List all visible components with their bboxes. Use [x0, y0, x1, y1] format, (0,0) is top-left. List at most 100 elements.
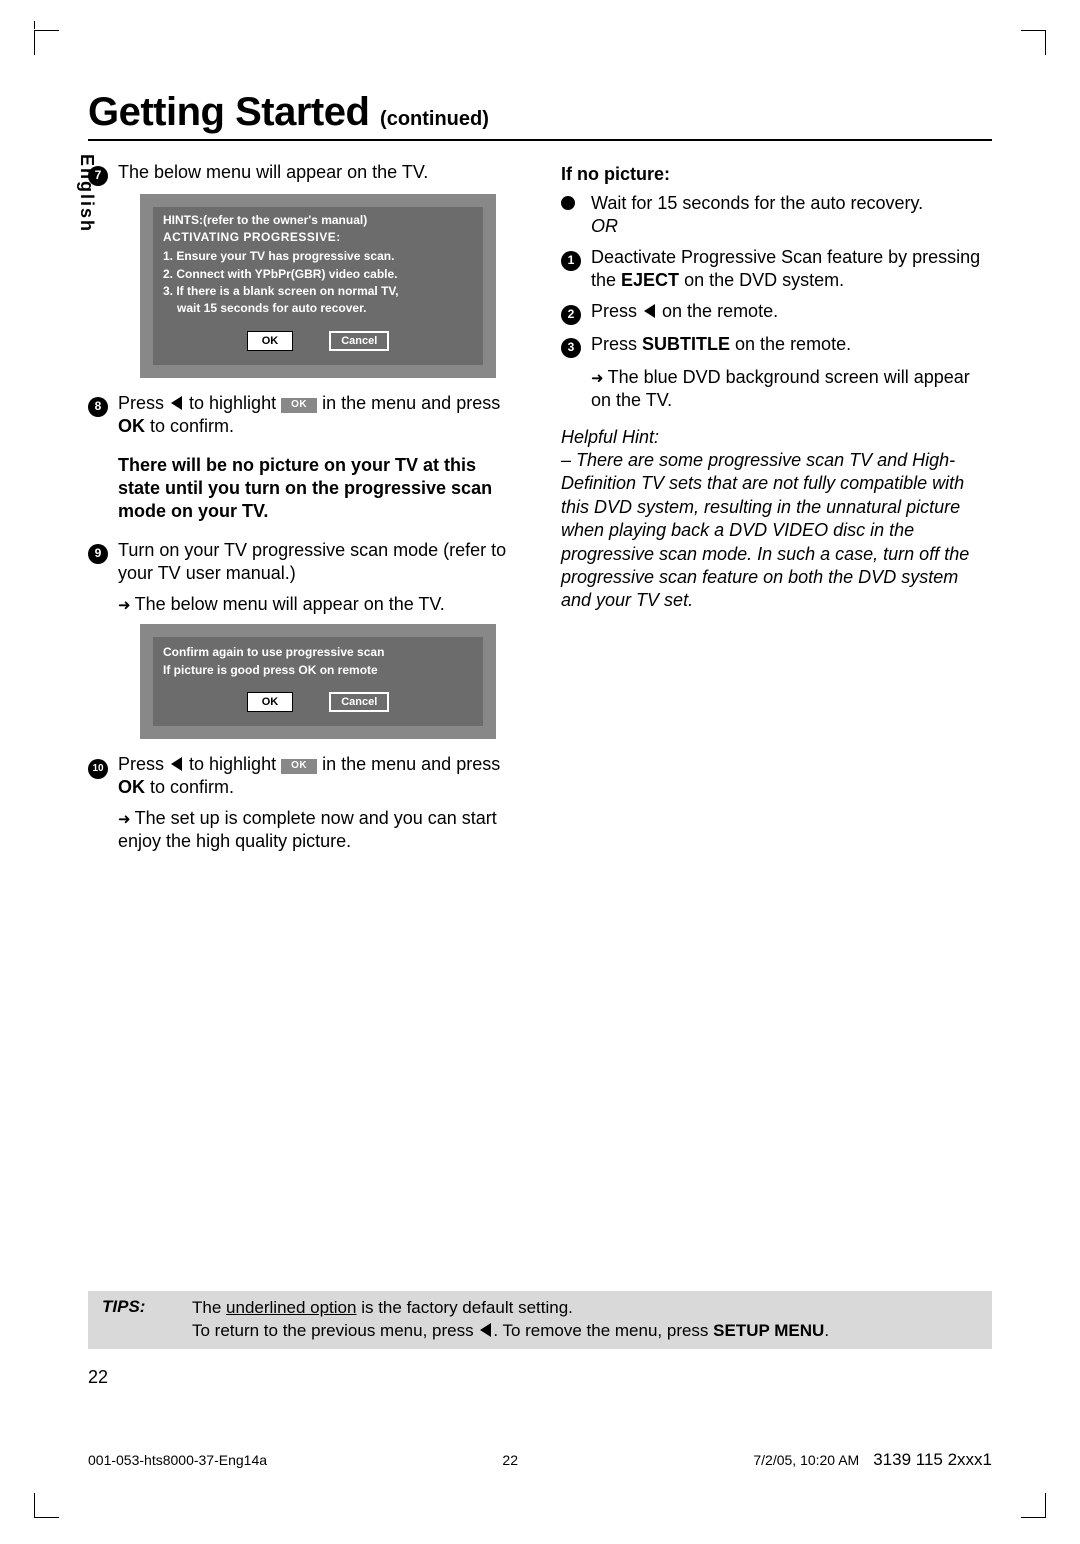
tips2c: . — [824, 1321, 829, 1340]
step-7: 7 The below menu will appear on the TV. — [88, 161, 519, 186]
right-step-3-sub: The blue DVD background screen will appe… — [591, 366, 992, 412]
s9b: The below menu will appear on the TV. — [135, 594, 445, 614]
s10b: to highlight — [184, 754, 281, 774]
step-7-text: The below menu will appear on the TV. — [118, 161, 519, 184]
right-step-2: 2 Press on the remote. — [561, 300, 992, 325]
left-arrow-icon — [171, 757, 182, 771]
step-8: 8 Press to highlight OK in the menu and … — [88, 392, 519, 438]
footer: 001-053-hts8000-37-Eng14a 22 7/2/05, 10:… — [88, 1450, 992, 1470]
tv-menu-2: Confirm again to use progressive scan If… — [140, 624, 496, 739]
r2a: Press — [591, 301, 642, 321]
tv1-ok-button: OK — [247, 331, 294, 351]
crop-mark-bl — [34, 1493, 59, 1518]
s8b: to highlight — [184, 393, 281, 413]
step-10-text: Press to highlight OK in the menu and pr… — [118, 753, 519, 799]
tips1b: is the factory default setting. — [356, 1298, 572, 1317]
tips-body: The underlined option is the factory def… — [192, 1297, 978, 1343]
language-tab: English — [76, 154, 97, 233]
footer-file: 001-053-hts8000-37-Eng14a — [88, 1452, 267, 1468]
crop-mark-tl — [34, 30, 59, 55]
step-10-sub: The set up is complete now and you can s… — [118, 807, 519, 853]
footer-page: 22 — [502, 1452, 518, 1468]
eject-label: EJECT — [621, 270, 679, 290]
inline-ok-badge: OK — [281, 398, 317, 413]
tv2-line1: Confirm again to use progressive scan — [163, 645, 473, 660]
s8d: to confirm. — [145, 416, 234, 436]
left-arrow-icon — [480, 1323, 491, 1337]
tv2-line2: If picture is good press OK on remote — [163, 663, 473, 678]
page-title: Getting Started (continued) — [88, 90, 992, 135]
left-arrow-icon — [171, 396, 182, 410]
s8c: in the menu and press — [317, 393, 500, 413]
tv1-line3: 3. If there is a blank screen on normal … — [163, 284, 473, 299]
right-step-3: 3 Press SUBTITLE on the remote. — [561, 333, 992, 358]
inline-ok-badge: OK — [281, 759, 317, 774]
helpful-hint-body: – There are some progressive scan TV and… — [561, 449, 992, 613]
s8-ok: OK — [118, 416, 145, 436]
s10e: The set up is complete now and you can s… — [118, 808, 497, 851]
subtitle-label: SUBTITLE — [642, 334, 730, 354]
right-column: If no picture: Wait for 15 seconds for t… — [561, 161, 992, 861]
tv1-line2: 2. Connect with YPbPr(GBR) video cable. — [163, 267, 473, 282]
left-column: 7 The below menu will appear on the TV. … — [88, 161, 519, 861]
right-step-1-text: Deactivate Progressive Scan feature by p… — [591, 246, 992, 292]
helpful-hint: Helpful Hint: – There are some progressi… — [561, 426, 992, 613]
tv1-line1: 1. Ensure your TV has progressive scan. — [163, 249, 473, 264]
tv1-line4: wait 15 seconds for auto recover. — [163, 301, 473, 316]
tips2b: . To remove the menu, press — [493, 1321, 713, 1340]
left-arrow-icon — [644, 304, 655, 318]
no-picture-warning: There will be no picture on your TV at t… — [118, 454, 519, 523]
s8a: Press — [118, 393, 169, 413]
footer-date: 7/2/05, 10:20 AM — [753, 1452, 859, 1468]
tv2-cancel-button: Cancel — [329, 692, 389, 712]
arrow-icon — [118, 808, 135, 828]
title-main: Getting Started — [88, 90, 369, 134]
title-rule — [88, 139, 992, 141]
tv2-ok-button: OK — [247, 692, 294, 712]
bullet-wait: Wait for 15 seconds for the auto recover… — [561, 192, 992, 238]
step-9-text: Turn on your TV progressive scan mode (r… — [118, 539, 519, 585]
right-step-2-text: Press on the remote. — [591, 300, 992, 323]
r2b: on the remote. — [657, 301, 778, 321]
helpful-hint-heading: Helpful Hint: — [561, 426, 992, 449]
s10a: Press — [118, 754, 169, 774]
step-number-10: 10 — [88, 759, 108, 779]
arrow-icon — [591, 367, 608, 387]
setup-menu-label: SETUP MENU — [713, 1321, 824, 1340]
tips-underlined: underlined option — [226, 1298, 356, 1317]
r3b: on the remote. — [730, 334, 851, 354]
step-9: 9 Turn on your TV progressive scan mode … — [88, 539, 519, 585]
step-10: 10 Press to highlight OK in the menu and… — [88, 753, 519, 799]
page-number: 22 — [88, 1367, 108, 1388]
step-number-1: 1 — [561, 251, 581, 271]
s10c: in the menu and press — [317, 754, 500, 774]
tv1-cancel-button: Cancel — [329, 331, 389, 351]
crop-mark-tr — [1021, 30, 1046, 55]
step-number-9: 9 — [88, 544, 108, 564]
title-continued: (continued) — [380, 108, 489, 130]
s10d: to confirm. — [145, 777, 234, 797]
footer-partno: 3139 115 2xxx1 — [873, 1450, 992, 1470]
tv-menu-1: HINTS:(refer to the owner's manual) ACTI… — [140, 194, 496, 378]
s10-ok: OK — [118, 777, 145, 797]
bullet-icon — [561, 196, 575, 210]
tips2a: To return to the previous menu, press — [192, 1321, 478, 1340]
tips1a: The — [192, 1298, 226, 1317]
or-text: OR — [591, 216, 618, 236]
arrow-icon — [118, 594, 135, 614]
page: English Getting Started (continued) 7 Th… — [0, 0, 1080, 1544]
tips-bar: TIPS: The underlined option is the facto… — [88, 1291, 992, 1349]
right-step-3-text: Press SUBTITLE on the remote. — [591, 333, 992, 356]
step-9-sub: The below menu will appear on the TV. — [118, 593, 519, 616]
step-number-8: 8 — [88, 397, 108, 417]
tv1-hints: HINTS:(refer to the owner's manual) — [163, 213, 473, 228]
step-number-2: 2 — [561, 305, 581, 325]
content-area: English Getting Started (continued) 7 Th… — [88, 90, 992, 1464]
r3c: The blue DVD background screen will appe… — [591, 367, 970, 410]
bullet-wait-text: Wait for 15 seconds for the auto recover… — [591, 193, 923, 213]
tv1-activating: ACTIVATING PROGRESSIVE: — [163, 230, 473, 245]
crop-mark-br — [1021, 1493, 1046, 1518]
r1b: on the DVD system. — [679, 270, 844, 290]
tips-label: TIPS: — [102, 1297, 162, 1343]
right-step-1: 1 Deactivate Progressive Scan feature by… — [561, 246, 992, 292]
